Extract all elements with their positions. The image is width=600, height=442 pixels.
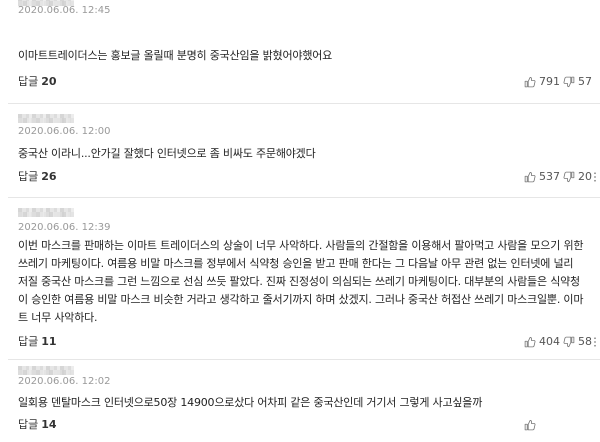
more-vertical-icon[interactable] [592, 336, 598, 348]
reply-label: 답글 [18, 418, 39, 431]
comment-divider [8, 103, 600, 104]
thumbs-up-icon[interactable] [524, 171, 536, 183]
more-vertical-icon[interactable] [592, 171, 598, 183]
reply-label: 답글 [18, 335, 39, 348]
like-count: 404 [539, 335, 560, 348]
username-redacted [18, 208, 74, 217]
reply-button[interactable]: 답글 26 [18, 170, 57, 184]
comment-divider [8, 359, 600, 360]
comment-text-line: 쓰레기 마케팅이다. 여름용 비말 마스크를 정부에서 식약청 승인을 받고 판… [18, 257, 574, 270]
reply-label: 답글 [18, 170, 39, 183]
reply-count: 14 [41, 418, 57, 431]
comment-divider [8, 197, 600, 198]
thumbs-up-icon[interactable] [524, 76, 536, 88]
comment-text-line: 이번 마스크를 판매하는 이마트 트레이더스의 상술이 너무 사악하다. 사람들… [18, 239, 584, 252]
comment-text-line: 중국산 이라니...안가길 잘했다 인터넷으로 좀 비싸도 주문해야겠다 [18, 147, 316, 160]
comment-text-line: 이마트트레이더스는 홍보글 올릴때 분명히 중국산임을 밝혔어야했어요 [18, 49, 333, 62]
comment-text-line: 트 너무 사악하다. [18, 311, 98, 324]
comment-timestamp: 2020.06.06. 12:39 [18, 222, 111, 233]
thumbs-down-icon[interactable] [563, 171, 575, 183]
comment-timestamp: 2020.06.06. 12:02 [18, 376, 111, 387]
dislike-count: 57 [578, 75, 592, 88]
dislike-count: 58 [578, 335, 592, 348]
comment-footer: 답글 11 404 58 [0, 335, 600, 349]
comment-text: 이마트트레이더스는 홍보글 올릴때 분명히 중국산임을 밝혔어야했어요 [18, 47, 590, 65]
username-redacted [18, 366, 74, 375]
reply-button[interactable]: 답글 14 [18, 418, 57, 432]
reply-button[interactable]: 답글 20 [18, 75, 57, 89]
like-count: 537 [539, 170, 560, 183]
comment-timestamp: 2020.06.06. 12:00 [18, 126, 111, 137]
reply-count: 20 [41, 75, 57, 88]
comment-text-line: 저질 중국산 마스크를 그런 느낌으로 선심 쓰듯 팔았다. 진짜 진정성이 의… [18, 275, 580, 288]
comment-footer: 답글 20 791 57 [0, 75, 600, 89]
thumbs-up-icon[interactable] [524, 336, 536, 348]
comment-text-line: 일회용 덴탈마스크 인터넷으로50장 14900으로샀다 어차피 같은 중국산인… [18, 396, 483, 409]
reply-count: 11 [41, 335, 57, 348]
comment-text: 일회용 덴탈마스크 인터넷으로50장 14900으로샀다 어차피 같은 중국산인… [18, 394, 590, 412]
comment-text: 중국산 이라니...안가길 잘했다 인터넷으로 좀 비싸도 주문해야겠다 [18, 145, 590, 163]
comment-footer: 답글 14 [0, 418, 600, 432]
like-count: 791 [539, 75, 560, 88]
dislike-count: 20 [578, 170, 592, 183]
reply-count: 26 [41, 170, 57, 183]
thumbs-down-icon[interactable] [563, 336, 575, 348]
comment-text-line: 이 승인한 여름용 비말 마스크 비슷한 거라고 생각하고 줄서기까지 하며 샀… [18, 293, 584, 306]
reply-button[interactable]: 답글 11 [18, 335, 57, 349]
reply-label: 답글 [18, 75, 39, 88]
comment-text: 이번 마스크를 판매하는 이마트 트레이더스의 상술이 너무 사악하다. 사람들… [18, 237, 590, 327]
thumbs-down-icon[interactable] [563, 76, 575, 88]
thumbs-up-icon[interactable] [524, 419, 536, 431]
username-redacted [18, 114, 74, 123]
comment-timestamp: 2020.06.06. 12:45 [18, 5, 111, 16]
comment-footer: 답글 26 537 20 [0, 170, 600, 184]
